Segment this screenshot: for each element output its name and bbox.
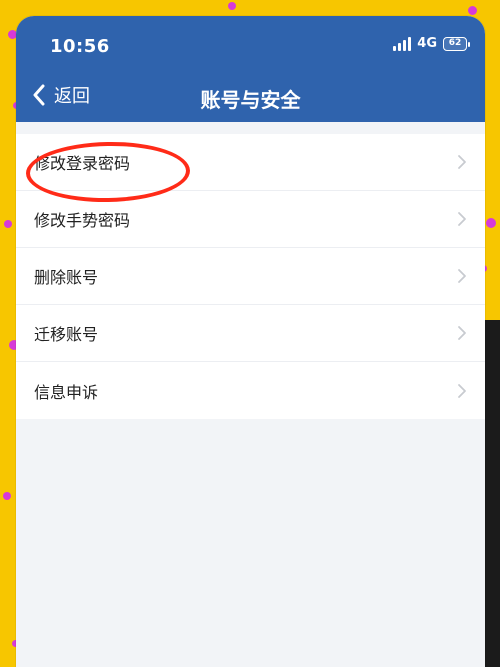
- menu-item-label: 迁移账号: [34, 325, 99, 344]
- navigation-bar: 返回 账号与安全: [16, 74, 485, 120]
- app-header: 10:56 4G 62 返回 账号与安全: [16, 16, 485, 122]
- chevron-right-icon: [457, 154, 467, 170]
- menu-item-information-appeal[interactable]: 信息申诉: [16, 362, 485, 419]
- back-button[interactable]: 返回: [30, 82, 90, 108]
- battery-level: 62: [448, 38, 462, 48]
- network-indicator: 4G: [417, 36, 437, 51]
- chevron-left-icon: [30, 82, 48, 108]
- menu-item-delete-account[interactable]: 删除账号: [16, 248, 485, 305]
- back-label: 返回: [54, 86, 90, 107]
- menu-item-label: 删除账号: [34, 268, 99, 287]
- battery-icon: 62: [443, 36, 470, 51]
- chevron-right-icon: [457, 325, 467, 341]
- page-title: 账号与安全: [200, 88, 301, 112]
- chevron-right-icon: [457, 268, 467, 284]
- phone-screen: 10:56 4G 62 返回 账号与安全 修改登录密码 修改手势密码 删除账号 …: [16, 16, 485, 667]
- menu-item-label: 修改手势密码: [34, 211, 131, 230]
- menu-item-change-login-password[interactable]: 修改登录密码: [16, 134, 485, 191]
- status-bar: 10:56 4G 62: [16, 16, 485, 66]
- chevron-right-icon: [457, 383, 467, 399]
- security-menu-list: 修改登录密码 修改手势密码 删除账号 迁移账号 信息申诉: [16, 134, 485, 419]
- menu-item-change-gesture-password[interactable]: 修改手势密码: [16, 191, 485, 248]
- menu-item-label: 修改登录密码: [34, 154, 131, 173]
- status-indicators: 4G 62: [393, 36, 470, 51]
- menu-item-label: 信息申诉: [34, 382, 99, 402]
- signal-icon: [393, 36, 412, 51]
- chevron-right-icon: [457, 211, 467, 227]
- status-time: 10:56: [50, 36, 110, 57]
- menu-item-migrate-account[interactable]: 迁移账号: [16, 305, 485, 362]
